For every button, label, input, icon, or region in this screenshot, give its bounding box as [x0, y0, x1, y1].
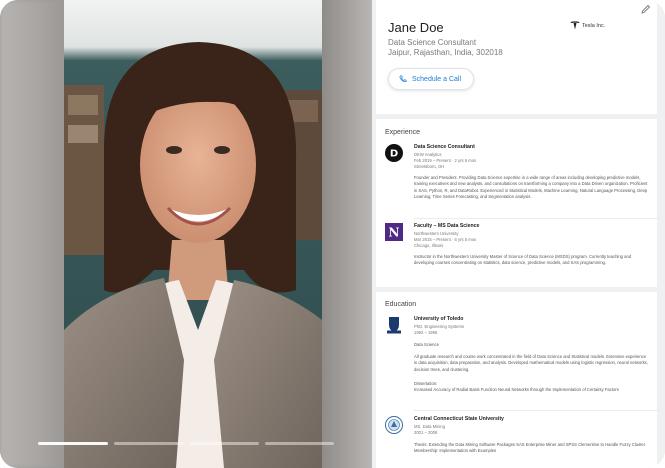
experience-description: Instructor in the Northwestern Universit…: [414, 254, 632, 266]
experience-dates: Feb 2019 – Present · 2 yrs 6 mos: [414, 158, 477, 163]
education-years: 1992 – 1995: [414, 330, 438, 335]
dissertation-title: Increased Accuracy of Radial Basis Funct…: [414, 387, 619, 392]
experience-item[interactable]: N Faculty – MS Data Science Northwestern…: [385, 223, 651, 283]
experience-place: Chicago, Illinois: [414, 243, 444, 248]
education-degree: PhD, Engineering Systems: [414, 324, 465, 329]
svg-text:N: N: [389, 226, 400, 240]
experience-card: Experience D Data Science Consultant DKW…: [376, 119, 660, 287]
education-item[interactable]: University of Toledo PhD, Engineering Sy…: [385, 316, 651, 411]
experience-title: Faculty – MS Data Science: [414, 223, 480, 229]
video-call-area[interactable]: [0, 0, 372, 468]
education-school: Central Connecticut State University: [414, 416, 504, 422]
story-progress-bar: [38, 442, 334, 446]
northwestern-logo-icon: N: [385, 223, 403, 241]
ccsu-logo-icon: [385, 416, 403, 434]
education-years: 2001 – 2008: [414, 430, 438, 435]
experience-description: Founder and President. Providing Data Sc…: [414, 175, 648, 200]
experience-org: Northwestern University: [414, 231, 459, 236]
university-of-toledo-logo-icon: [387, 317, 401, 334]
profile-card: Jane Doe Data Science Consultant Jaipur,…: [376, 0, 657, 114]
app-frame: Jane Doe Data Science Consultant Jaipur,…: [0, 0, 665, 468]
phone-icon: [399, 75, 407, 83]
video-background-right: [322, 0, 372, 468]
dkw-analytics-logo-icon: D: [385, 144, 403, 162]
schedule-call-button[interactable]: Schedule a Call: [388, 68, 474, 90]
education-description: Thesis: Extending the Data Mining Softwa…: [414, 442, 646, 454]
edit-pencil-icon[interactable]: [641, 4, 651, 14]
profile-location: Jaipur, Rajasthan, India, 302018: [388, 48, 503, 57]
company-name: Tesla Inc.: [582, 22, 606, 29]
education-heading: Education: [385, 301, 417, 308]
profile-panel: Jane Doe Data Science Consultant Jaipur,…: [372, 0, 665, 468]
experience-dates: Mar 2015 – Present · 6 yrs 5 mos: [414, 237, 477, 242]
education-description: All graduate research and course work co…: [414, 354, 648, 372]
svg-text:D: D: [390, 149, 398, 160]
education-card: Education University of Toledo PhD, Engi…: [376, 292, 660, 468]
divider: [414, 218, 660, 219]
company-badge: Tesla Inc.: [570, 21, 605, 30]
progress-segment: [38, 442, 108, 445]
progress-segment: [189, 442, 259, 445]
progress-segment: [264, 442, 334, 445]
education-item[interactable]: Central Connecticut State University MS,…: [385, 416, 651, 466]
video-background-left: [0, 0, 64, 468]
tesla-logo-icon: [570, 21, 580, 30]
profile-name: Jane Doe: [388, 20, 444, 35]
caller-photo: [64, 0, 322, 468]
education-school: University of Toledo: [414, 316, 464, 322]
experience-place: Streetsboro, OH: [414, 164, 445, 169]
experience-item[interactable]: D Data Science Consultant DKW Analytics …: [385, 144, 651, 214]
education-degree: MS, Data Mining: [414, 424, 445, 429]
divider: [414, 410, 660, 411]
experience-heading: Experience: [385, 129, 421, 136]
video-feed: [64, 0, 322, 468]
progress-segment: [113, 442, 183, 445]
profile-title: Data Science Consultant: [388, 38, 477, 47]
schedule-call-label: Schedule a Call: [412, 75, 462, 83]
experience-org: DKW Analytics: [414, 152, 442, 157]
experience-title: Data Science Consultant: [414, 144, 475, 150]
education-field: Data Science: [414, 342, 439, 347]
